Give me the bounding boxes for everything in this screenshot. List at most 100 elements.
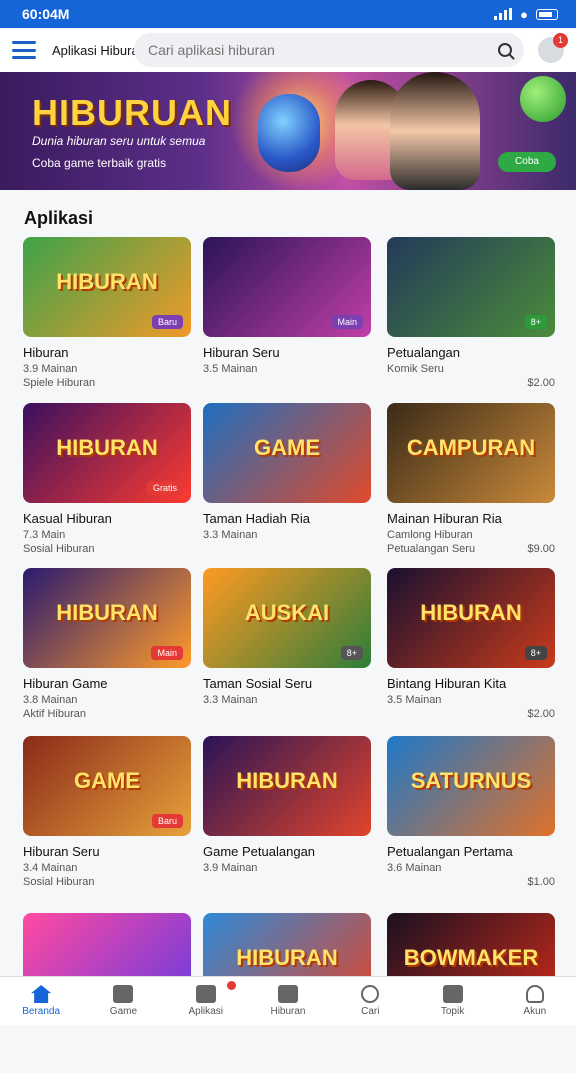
nav-item-aplikasi[interactable]: Aplikasi	[165, 977, 247, 1025]
nav-item-topik[interactable]: Topik	[411, 977, 493, 1025]
app-thumbnail[interactable]: CAMPURAN	[387, 403, 555, 503]
app-meta-row: $1.00	[387, 876, 555, 888]
banner-apple-illustration	[520, 76, 566, 122]
thumbnail-logo-text: HIBURAN	[56, 600, 158, 625]
app-thumbnail[interactable]: 8+	[387, 237, 555, 337]
app-title[interactable]: Taman Hadiah Ria	[203, 511, 371, 526]
app-card[interactable]: GAME Taman Hadiah Ria 3.3 Mainan	[203, 403, 371, 563]
entertainment-icon	[277, 985, 298, 1003]
app-thumbnail[interactable]: HIBURAN Gratis	[23, 403, 191, 503]
app-rating: 3.6 Mainan	[387, 862, 442, 874]
app-card[interactable]: HIBURAN Baru Hiburan 3.9 Mainan Spiele Hibur…	[23, 237, 191, 397]
app-title[interactable]: Petualangan	[387, 345, 555, 360]
app-rating: 3.5 Mainan	[203, 363, 258, 375]
app-thumbnail[interactable]: HIBURAN Baru	[23, 237, 191, 337]
signal-icon	[494, 8, 513, 20]
nav-label: Beranda	[22, 1006, 61, 1017]
app-rating: 3.5 Mainan	[387, 694, 442, 706]
thumbnail-logo-text: HIBURAN	[236, 945, 338, 970]
nav-item-game[interactable]: Game	[82, 977, 164, 1025]
app-card[interactable]: HIBURAN Main Hiburan Game 3.8 Mainan Aktif H…	[23, 568, 191, 728]
account-icon	[525, 985, 544, 1003]
app-thumbnail[interactable]: HIBURAN 8+	[387, 568, 555, 668]
app-card[interactable]: AUSKAI 8+ Taman Sosial Seru 3.3 Mainan	[203, 568, 371, 728]
app-title[interactable]: Taman Sosial Seru	[203, 676, 371, 691]
thumbnail-logo-text: GAME	[254, 435, 320, 460]
apps-icon	[195, 985, 216, 1003]
search-bar[interactable]	[134, 33, 524, 67]
search-input[interactable]	[146, 41, 498, 59]
home-icon	[31, 985, 52, 1003]
banner-toy-illustration	[258, 94, 320, 172]
app-thumbnail[interactable]: GAME	[203, 403, 371, 503]
app-title[interactable]: Hiburan Game	[23, 676, 191, 691]
app-price: $2.00	[527, 377, 555, 389]
app-thumbnail[interactable]: HIBURAN	[203, 736, 371, 836]
nav-label: Hiburan	[270, 1006, 306, 1017]
app-category: Aktif Hiburan	[23, 708, 86, 720]
app-title[interactable]: Game Petualangan	[203, 844, 371, 859]
app-badge: Main	[331, 315, 363, 329]
app-card[interactable]: HIBURAN Gratis Kasual Hiburan 7.3 Main Sosia…	[23, 403, 191, 563]
nav-item-cari[interactable]: Cari	[329, 977, 411, 1025]
app-thumbnail[interactable]: AUSKAI 8+	[203, 568, 371, 668]
nav-label: Aplikasi	[188, 1006, 223, 1017]
app-card[interactable]: CAMPURAN Mainan Hiburan Ria Camlong Hibura…	[387, 403, 555, 563]
nav-item-hiburan[interactable]: Hiburan	[247, 977, 329, 1025]
app-rating: 3.4 Mainan	[23, 862, 78, 874]
app-title[interactable]: Mainan Hiburan Ria	[387, 511, 555, 526]
app-thumbnail[interactable]: Main	[203, 237, 371, 337]
app-title[interactable]: Hiburan Seru	[203, 345, 371, 360]
app-thumbnail[interactable]: GAME Baru	[23, 736, 191, 836]
app-badge: Main	[151, 646, 183, 660]
app-thumbnail[interactable]: SATURNUS	[387, 736, 555, 836]
app-category: Spiele Hiburan	[23, 377, 96, 389]
banner-character-boy	[390, 72, 480, 190]
app-meta-row: $2.00	[387, 708, 555, 720]
app-rating: 3.3 Mainan	[203, 694, 258, 706]
app-badge: 8+	[524, 315, 547, 329]
app-category: Sosial Hiburan	[23, 543, 95, 555]
app-thumbnail[interactable]: HIBURAN Main	[23, 568, 191, 668]
app-rating: 7.3 Main	[23, 529, 66, 541]
thumbnail-logo-text: HIBURAN	[420, 600, 522, 625]
menu-icon[interactable]	[12, 41, 36, 59]
search-icon	[361, 985, 380, 1003]
app-title[interactable]: Hiburan Seru	[23, 844, 191, 859]
app-price: $9.00	[527, 543, 555, 555]
app-title[interactable]: Bintang Hiburan Kita	[387, 676, 555, 691]
banner-cta-button[interactable]: Coba	[498, 152, 556, 172]
app-meta-row: $2.00	[387, 377, 555, 389]
app-badge: 8+	[340, 646, 363, 660]
app-title[interactable]: Hiburan	[23, 345, 191, 360]
app-card[interactable]: SATURNUS Petualangan Pertama 3.6 Mainan $1.…	[387, 736, 555, 896]
app-card[interactable]: HIBURAN Game Petualangan 3.9 Mainan	[203, 736, 371, 896]
banner-subtitle-secondary: Coba game terbaik gratis	[32, 156, 167, 170]
nav-item-akun[interactable]: Akun	[494, 977, 576, 1025]
thumbnail-logo-text: SATURNUS	[410, 768, 532, 793]
app-title[interactable]: Petualangan Pertama	[387, 844, 555, 859]
app-badge: Gratis	[146, 481, 183, 495]
thumbnail-logo-text: HIBURAN	[236, 768, 338, 793]
app-meta-row: Sosial Hiburan	[23, 876, 191, 888]
app-card[interactable]: Main Hiburan Seru 3.5 Mainan	[203, 237, 371, 397]
nav-label: Game	[109, 1006, 138, 1017]
app-title[interactable]: Kasual Hiburan	[23, 511, 191, 526]
app-card[interactable]: 8+ Petualangan Komik Seru $2.00	[387, 237, 555, 397]
app-price: $2.00	[527, 708, 555, 720]
app-card[interactable]: GAME Baru Hiburan Seru 3.4 Mainan Sosial Hib…	[23, 736, 191, 896]
promo-banner[interactable]: HIBURUAN Dunia hiburan seru untuk semua …	[0, 72, 576, 190]
app-meta-row: Sosial Hiburan	[23, 543, 191, 555]
app-badge: 8+	[524, 646, 547, 660]
notification-button[interactable]: 1	[538, 33, 568, 63]
thumbnail-logo-text: BOWMAKER	[403, 945, 539, 970]
search-icon[interactable]	[498, 43, 512, 57]
status-icons: ●	[494, 7, 558, 22]
app-rating: 3.8 Mainan	[23, 694, 78, 706]
thumbnail-logo-text: GAME	[74, 768, 140, 793]
app-meta-row: Aktif Hiburan	[23, 708, 191, 720]
nav-notification-dot	[226, 981, 236, 990]
app-card[interactable]: HIBURAN 8+ Bintang Hiburan Kita 3.5 Mainan $…	[387, 568, 555, 728]
app-rating: 3.9 Mainan	[23, 363, 78, 375]
nav-item-beranda[interactable]: Beranda	[0, 977, 82, 1025]
